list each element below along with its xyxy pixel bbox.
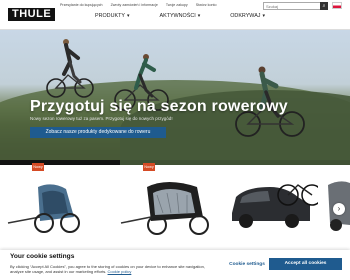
- hero-banner: Przygotuj się na sezon rowerowy Nowy sez…: [0, 30, 350, 165]
- new-badge: Nowy: [143, 163, 155, 171]
- top-links: Przesyłanie do kupujących Zwroty zamówie…: [60, 3, 216, 7]
- chevron-down-icon: ▾: [262, 13, 266, 19]
- hero-subtitle: Nowy sezon rowerowy tuż za pasem. Przygo…: [30, 116, 173, 121]
- chevron-down-icon: ▾: [197, 13, 201, 19]
- bike-trailer-image: [7, 184, 80, 233]
- top-header: THULE Przesyłanie do kupujących Zwroty z…: [0, 0, 350, 30]
- cookie-text: By clicking “Accept All Cookies”, you ag…: [10, 264, 215, 275]
- hero-cta-button[interactable]: Zobacz nasze produkty dedykowane do rowe…: [30, 127, 166, 138]
- product-card[interactable]: [226, 165, 323, 250]
- top-link-shipping[interactable]: Przesyłanie do kupujących: [60, 3, 103, 7]
- nav-discover[interactable]: ODKRYWAJ ▾: [230, 13, 265, 19]
- cookie-settings-button[interactable]: Cookie settings: [229, 260, 265, 269]
- cookie-title: Your cookie settings: [10, 253, 75, 260]
- cookie-policy-link[interactable]: Cookie policy: [108, 269, 132, 274]
- search-input[interactable]: Szukaj: [263, 2, 326, 10]
- nav-activities-label: AKTYWNOŚCI: [159, 13, 196, 19]
- nav-products-label: PRODUKTY: [95, 13, 125, 19]
- nav-products[interactable]: PRODUKTY ▾: [95, 13, 129, 19]
- product-card[interactable]: Nowy: [0, 163, 88, 250]
- top-link-returns[interactable]: Zwroty zamówień i informacje: [111, 3, 158, 7]
- nav-activities[interactable]: AKTYWNOŚCI ▾: [159, 13, 200, 19]
- top-link-orders[interactable]: Twoje zakupy: [166, 3, 188, 7]
- top-link-account[interactable]: Stwórz konto: [196, 3, 217, 7]
- poland-flag-icon[interactable]: [332, 2, 342, 9]
- new-badge: Nowy: [32, 163, 44, 171]
- search-icon[interactable]: ⌕: [320, 2, 328, 10]
- bike-trailer-image: [120, 182, 209, 235]
- hero-title: Przygotuj się na sezon rowerowy: [30, 98, 288, 115]
- car-bike-carrier-image: [232, 184, 323, 228]
- carousel-next-arrow-icon[interactable]: ›: [333, 203, 345, 215]
- chevron-down-icon: ▾: [126, 13, 130, 19]
- accept-cookies-button[interactable]: Accept all cookies: [269, 258, 342, 270]
- product-carousel: Nowy Nowy: [0, 163, 350, 250]
- main-nav: PRODUKTY ▾ AKTYWNOŚCI ▾ ODKRYWAJ ▾: [95, 13, 265, 19]
- thule-logo[interactable]: THULE: [8, 8, 56, 21]
- product-card[interactable]: Nowy: [117, 163, 217, 250]
- nav-discover-label: ODKRYWAJ: [230, 13, 261, 19]
